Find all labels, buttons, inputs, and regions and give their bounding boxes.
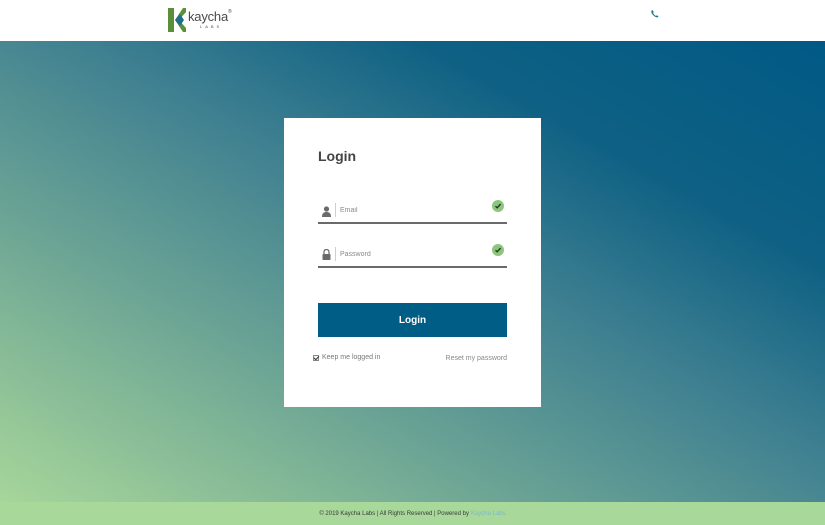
logo-subtext: LABS — [200, 24, 223, 29]
kaycha-logo[interactable]: kaycha® LABS — [168, 8, 232, 34]
logo-text: kaycha® LABS — [188, 9, 232, 29]
footer-kaycha-link[interactable]: Kaycha Labs — [471, 511, 506, 517]
login-card: Login Login Keep me logged in Reset my p… — [284, 118, 541, 407]
reset-password-link[interactable]: Reset my password — [446, 355, 507, 362]
email-field — [318, 198, 507, 224]
top-header: kaycha® LABS — [0, 0, 825, 41]
login-title: Login — [318, 148, 357, 164]
keep-logged-in-label: Keep me logged in — [322, 354, 381, 361]
password-field — [318, 242, 507, 268]
email-input[interactable] — [335, 203, 480, 217]
phone-icon[interactable] — [650, 9, 660, 19]
keep-logged-in-checkbox[interactable] — [313, 354, 319, 361]
password-input[interactable] — [335, 247, 480, 261]
email-valid-check-icon — [492, 200, 504, 212]
footer-text: © 2019 Kaycha Labs | All Rights Reserved… — [319, 510, 469, 517]
logo-word: kaycha® — [188, 9, 232, 24]
kaycha-logo-icon — [168, 8, 186, 32]
page-footer: © 2019 Kaycha Labs | All Rights Reserved… — [0, 502, 825, 525]
keep-logged-in-toggle[interactable]: Keep me logged in — [313, 354, 380, 361]
password-valid-check-icon — [492, 244, 504, 256]
login-button[interactable]: Login — [318, 303, 507, 337]
lock-icon — [322, 249, 331, 260]
user-icon — [322, 206, 331, 217]
